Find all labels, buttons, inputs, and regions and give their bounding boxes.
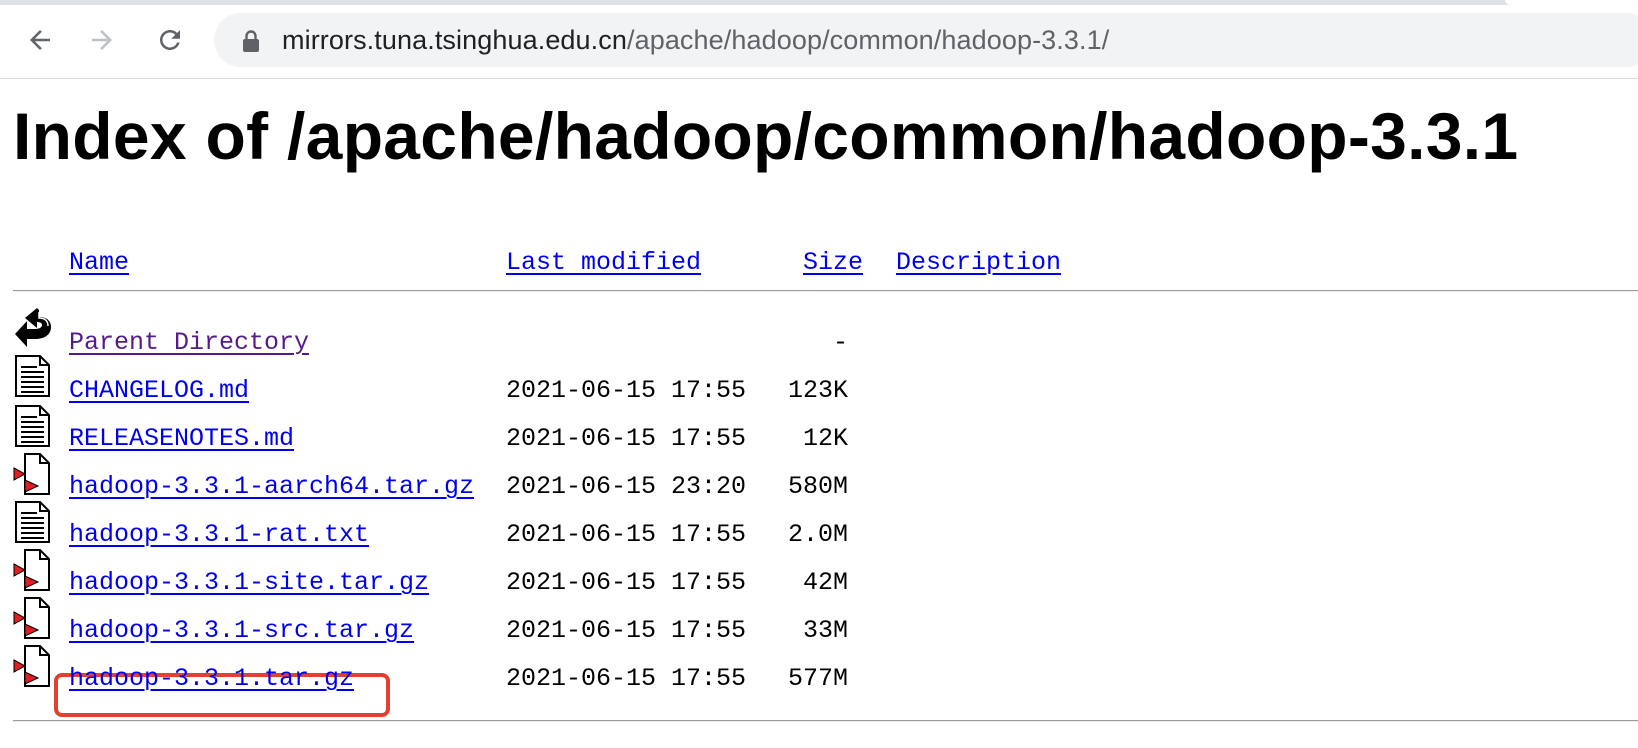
text-file-icon: [15, 405, 50, 447]
header-last-modified-link[interactable]: Last modified: [506, 248, 701, 278]
list-item-size: 577M: [788, 664, 849, 693]
text-file-icon: [15, 355, 50, 397]
footer-divider: [13, 720, 1638, 722]
list-item-name-link[interactable]: CHANGELOG.md: [69, 376, 249, 406]
list-item-modified: 2021-06-15 17:55: [506, 520, 747, 549]
compressed-file-icon: [13, 597, 50, 639]
header-divider: [13, 290, 1638, 292]
compressed-file-icon: [13, 645, 50, 687]
directory-listing: Name Last modified Size Description Pare…: [0, 0, 1638, 748]
list-item-name-link[interactable]: Parent Directory: [69, 328, 309, 358]
list-item-name-link[interactable]: hadoop-3.3.1-aarch64.tar.gz: [69, 472, 474, 502]
list-item-size: 12K: [803, 424, 849, 453]
list-item-name-link[interactable]: hadoop-3.3.1-site.tar.gz: [69, 568, 429, 598]
list-item-modified: 2021-06-15 17:55: [506, 376, 747, 405]
list-item-modified: 2021-06-15 17:55: [506, 424, 747, 453]
list-item-name-link[interactable]: hadoop-3.3.1-rat.txt: [69, 520, 369, 550]
compressed-file-icon: [13, 453, 50, 495]
header-name-link[interactable]: Name: [69, 248, 129, 278]
compressed-file-icon: [13, 549, 50, 591]
list-item-size: 33M: [803, 616, 849, 645]
list-item-size: -: [833, 328, 849, 357]
list-item-modified: 2021-06-15 17:55: [506, 664, 747, 693]
list-item-modified: 2021-06-15 17:55: [506, 568, 747, 597]
list-item-size: 580M: [788, 472, 849, 501]
header-size-link[interactable]: Size: [803, 248, 863, 278]
header-description-link[interactable]: Description: [896, 248, 1061, 278]
list-item-size: 2.0M: [788, 520, 849, 549]
list-item-modified: 2021-06-15 17:55: [506, 616, 747, 645]
list-item-size: 42M: [803, 568, 849, 597]
back-arrow-icon: [15, 308, 51, 347]
text-file-icon: [15, 501, 50, 543]
list-item-name-link[interactable]: hadoop-3.3.1.tar.gz: [69, 664, 354, 694]
list-item-name-link[interactable]: hadoop-3.3.1-src.tar.gz: [69, 616, 414, 646]
list-item-size: 123K: [788, 376, 849, 405]
list-item-modified: 2021-06-15 23:20: [506, 472, 747, 501]
list-item-name-link[interactable]: RELEASENOTES.md: [69, 424, 294, 454]
